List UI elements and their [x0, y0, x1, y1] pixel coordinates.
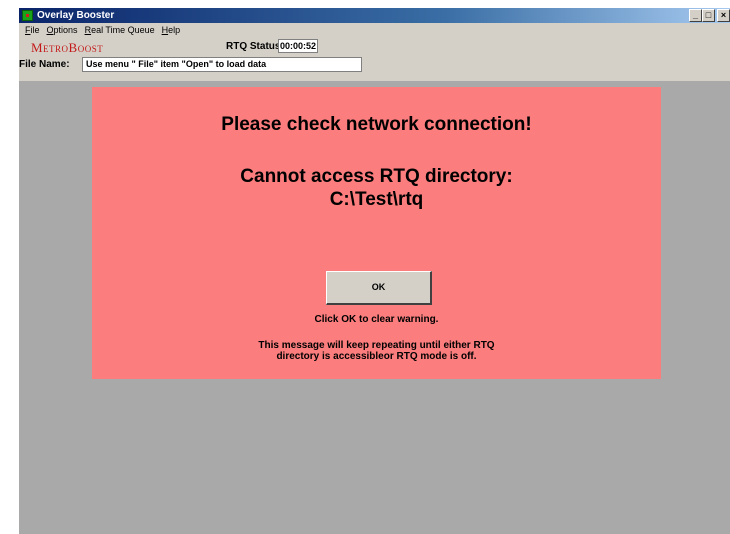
file-name-label: File Name: — [19, 59, 70, 70]
title-bar[interactable]: Overlay Booster _ □ × — [19, 8, 730, 23]
brand-logo: MetroBoost — [31, 40, 104, 55]
rtq-status-label: RTQ Status: — [226, 41, 284, 52]
maximize-button[interactable]: □ — [702, 9, 715, 22]
window-controls: _ □ × — [689, 9, 730, 22]
menu-help[interactable]: Help — [159, 23, 185, 37]
header-panel: MetroBoost RTQ Status: 00:00:52 File Nam… — [19, 37, 730, 81]
warning-heading: Please check network connection! — [221, 114, 532, 135]
warning-directory-text: Cannot access RTQ directory: — [240, 166, 513, 187]
warning-directory-path: C:\Test\rtq — [329, 189, 424, 210]
click-ok-hint: Click OK to clear warning. — [314, 314, 439, 325]
ok-button[interactable]: OK — [326, 271, 432, 305]
network-warning-panel: Please check network connection! Cannot … — [92, 87, 661, 379]
menu-bar: File Options Real Time Queue Help — [19, 23, 730, 37]
menu-file[interactable]: File — [22, 23, 44, 37]
menu-real-time-queue[interactable]: Real Time Queue — [82, 23, 159, 37]
window-title: Overlay Booster — [37, 10, 115, 21]
repeat-message-line1: This message will keep repeating until e… — [258, 340, 495, 351]
file-name-field[interactable]: Use menu " File" item "Open" to load dat… — [82, 57, 362, 72]
menu-options[interactable]: Options — [44, 23, 82, 37]
close-button[interactable]: × — [717, 9, 730, 22]
repeat-message: This message will keep repeating until e… — [92, 340, 661, 362]
rtq-status-value: 00:00:52 — [278, 39, 318, 53]
app-window: Overlay Booster _ □ × File Options Real … — [19, 8, 730, 534]
app-icon — [22, 10, 33, 21]
repeat-message-line2: directory is accessibleor RTQ mode is of… — [276, 351, 477, 362]
minimize-button[interactable]: _ — [689, 9, 702, 22]
